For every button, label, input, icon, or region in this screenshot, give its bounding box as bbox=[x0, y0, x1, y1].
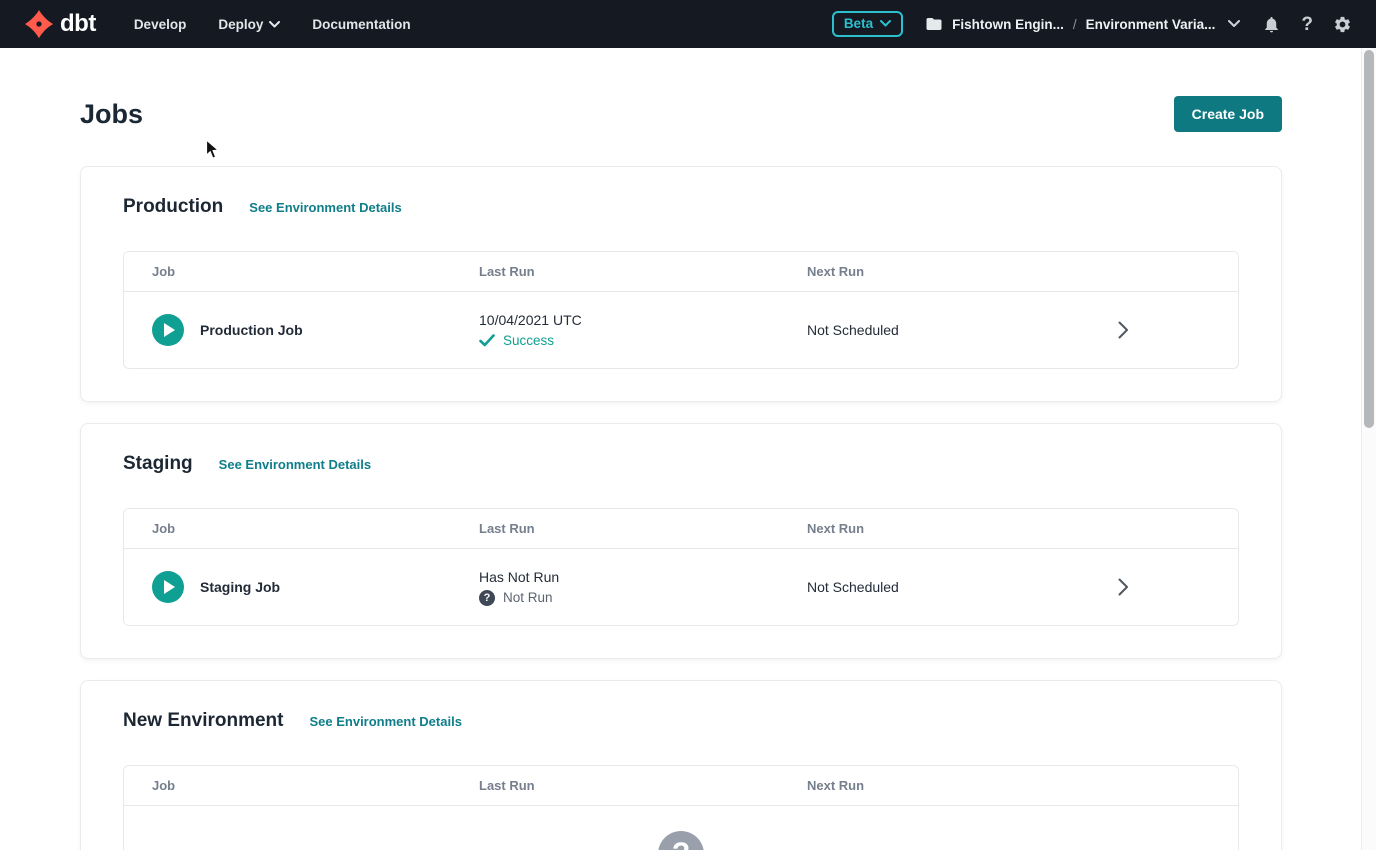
last-run-date: Has Not Run bbox=[479, 569, 807, 585]
job-table: Job Last Run Next Run Staging Job Has No… bbox=[123, 508, 1239, 626]
column-header-next-run: Next Run bbox=[807, 778, 1118, 793]
dbt-logo-icon bbox=[24, 9, 54, 39]
last-run-status: Success bbox=[479, 333, 807, 348]
nav-item-develop-label: Develop bbox=[134, 17, 187, 32]
nav-item-deploy-label: Deploy bbox=[218, 17, 263, 32]
last-run-cell: 10/04/2021 UTC Success bbox=[479, 312, 807, 348]
breadcrumb-account: Fishtown Engin... bbox=[952, 17, 1064, 32]
environment-card-new-environment: New Environment See Environment Details … bbox=[80, 680, 1282, 850]
environment-header: Production See Environment Details bbox=[123, 195, 1239, 219]
row-chevron-cell bbox=[1118, 578, 1238, 596]
vertical-scrollbar-track[interactable] bbox=[1361, 48, 1376, 850]
job-table-header: Job Last Run Next Run bbox=[124, 252, 1238, 292]
environment-title: Production bbox=[123, 195, 223, 219]
job-table: Job Last Run Next Run Production Job 10/… bbox=[123, 251, 1239, 369]
dbt-logo-text: dbt bbox=[60, 12, 96, 36]
status-label: Not Run bbox=[503, 590, 553, 605]
create-job-button[interactable]: Create Job bbox=[1174, 96, 1282, 132]
see-environment-details-link[interactable]: See Environment Details bbox=[219, 457, 371, 472]
job-name: Staging Job bbox=[200, 579, 280, 595]
not-run-question-icon: ? bbox=[479, 590, 495, 606]
column-header-job: Job bbox=[152, 521, 479, 536]
question-glyph: ? bbox=[484, 592, 491, 604]
run-job-play-button[interactable] bbox=[152, 571, 184, 603]
success-check-icon bbox=[479, 334, 495, 347]
nav-item-deploy[interactable]: Deploy bbox=[218, 17, 280, 32]
nav-icon-group: ? bbox=[1262, 15, 1352, 34]
nav-right-group: Beta Fishtown Engin... / Environment Var… bbox=[832, 11, 1352, 37]
top-nav: dbt Develop Deploy Documentation Beta Fi… bbox=[0, 0, 1376, 48]
page-title: Jobs bbox=[80, 99, 143, 130]
empty-state-question-icon: ? bbox=[658, 831, 704, 850]
nav-item-develop[interactable]: Develop bbox=[134, 17, 187, 32]
last-run-date: 10/04/2021 UTC bbox=[479, 312, 807, 328]
last-run-cell: Has Not Run ? Not Run bbox=[479, 569, 807, 606]
settings-gear-icon[interactable] bbox=[1333, 15, 1352, 34]
environment-header: Staging See Environment Details bbox=[123, 452, 1239, 476]
nav-item-documentation-label: Documentation bbox=[312, 17, 410, 32]
job-row-staging-job[interactable]: Staging Job Has Not Run ? Not Run Not Sc… bbox=[124, 549, 1238, 625]
breadcrumb-separator: / bbox=[1073, 17, 1077, 32]
run-job-play-button[interactable] bbox=[152, 314, 184, 346]
notifications-bell-icon[interactable] bbox=[1262, 15, 1281, 34]
project-breadcrumb[interactable]: Fishtown Engin... / Environment Varia... bbox=[925, 15, 1240, 33]
beta-dropdown[interactable]: Beta bbox=[832, 11, 903, 37]
column-header-last-run: Last Run bbox=[479, 264, 807, 279]
column-header-job: Job bbox=[152, 778, 479, 793]
environment-header: New Environment See Environment Details bbox=[123, 709, 1239, 733]
help-icon[interactable]: ? bbox=[1301, 15, 1313, 34]
column-header-next-run: Next Run bbox=[807, 521, 1118, 536]
nav-item-documentation[interactable]: Documentation bbox=[312, 17, 410, 32]
environment-card-staging: Staging See Environment Details Job Last… bbox=[80, 423, 1282, 659]
environment-card-production: Production See Environment Details Job L… bbox=[80, 166, 1282, 402]
dbt-logo[interactable]: dbt bbox=[24, 9, 96, 39]
job-table-header: Job Last Run Next Run bbox=[124, 509, 1238, 549]
chevron-down-icon bbox=[880, 20, 891, 27]
job-name: Production Job bbox=[200, 322, 303, 338]
play-icon bbox=[164, 580, 175, 594]
next-run-cell: Not Scheduled bbox=[807, 579, 1118, 595]
question-glyph: ? bbox=[672, 837, 690, 850]
column-header-next-run: Next Run bbox=[807, 264, 1118, 279]
breadcrumb-page: Environment Varia... bbox=[1086, 17, 1216, 32]
chevron-down-icon[interactable] bbox=[1228, 20, 1240, 28]
vertical-scrollbar-thumb[interactable] bbox=[1364, 50, 1374, 428]
last-run-status: ? Not Run bbox=[479, 590, 807, 606]
column-header-last-run: Last Run bbox=[479, 778, 807, 793]
folder-icon bbox=[925, 15, 943, 33]
job-table-header: Job Last Run Next Run bbox=[124, 766, 1238, 806]
chevron-right-icon[interactable] bbox=[1118, 321, 1129, 339]
job-cell: Staging Job bbox=[152, 571, 479, 603]
chevron-right-icon[interactable] bbox=[1118, 578, 1129, 596]
job-cell: Production Job bbox=[152, 314, 479, 346]
chevron-down-icon bbox=[269, 21, 280, 28]
environment-title: New Environment bbox=[123, 709, 283, 733]
see-environment-details-link[interactable]: See Environment Details bbox=[249, 200, 401, 215]
page-header: Jobs Create Job bbox=[80, 96, 1282, 132]
environment-title: Staging bbox=[123, 452, 193, 476]
play-icon bbox=[164, 323, 175, 337]
status-label: Success bbox=[503, 333, 554, 348]
next-run-cell: Not Scheduled bbox=[807, 322, 1118, 338]
help-icon-glyph: ? bbox=[1301, 15, 1313, 34]
row-chevron-cell bbox=[1118, 321, 1238, 339]
empty-jobs-area: ? bbox=[124, 806, 1238, 850]
see-environment-details-link[interactable]: See Environment Details bbox=[309, 714, 461, 729]
beta-label: Beta bbox=[844, 16, 873, 31]
column-header-last-run: Last Run bbox=[479, 521, 807, 536]
job-table: Job Last Run Next Run ? bbox=[123, 765, 1239, 850]
main-content: Jobs Create Job Production See Environme… bbox=[0, 96, 1376, 850]
column-header-job: Job bbox=[152, 264, 479, 279]
job-row-production-job[interactable]: Production Job 10/04/2021 UTC Success No… bbox=[124, 292, 1238, 368]
